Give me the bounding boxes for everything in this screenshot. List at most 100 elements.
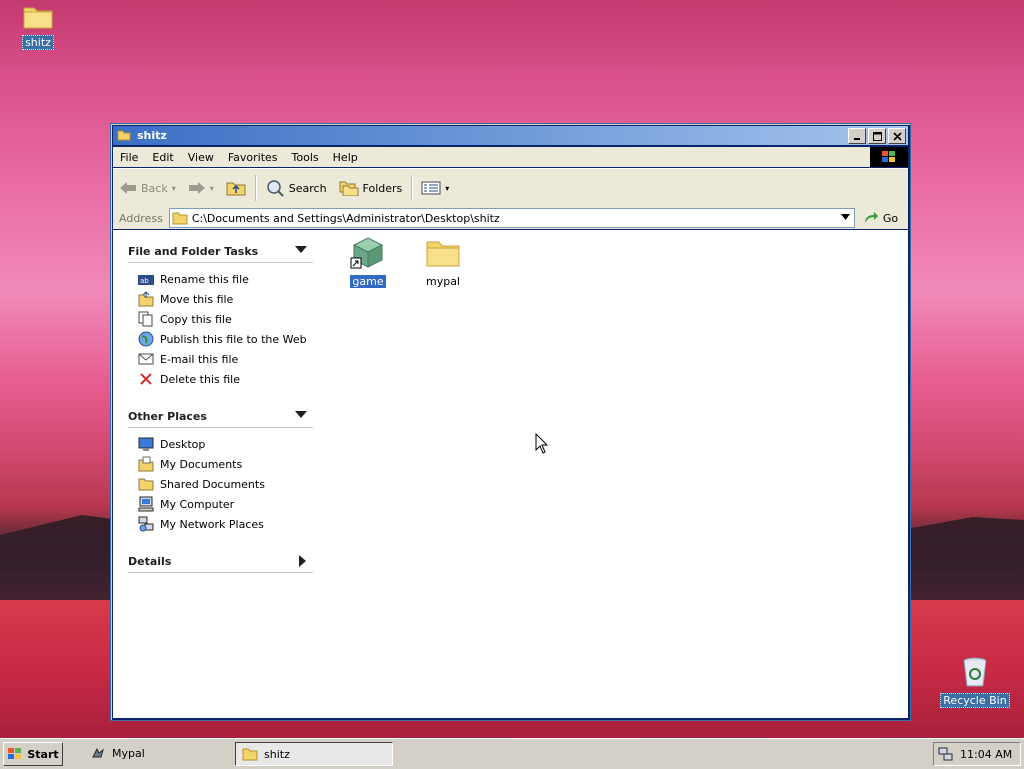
move-icon [138,291,154,307]
place-my-documents[interactable]: My Documents [138,454,313,474]
menu-edit[interactable]: Edit [145,151,180,164]
task-rename[interactable]: ab Rename this file [138,269,313,289]
back-label: Back [141,181,168,195]
taskbar-app-label: Mypal [112,746,145,760]
panel-header[interactable]: File and Folder Tasks [128,240,313,263]
my-documents-icon [138,456,154,472]
windows-flag-icon [8,748,22,759]
maximize-button[interactable] [868,128,886,144]
start-button[interactable]: Start [3,742,63,766]
expand-chevron-icon [299,555,306,567]
close-icon [892,131,902,141]
envelope-icon [138,353,154,365]
task-move[interactable]: Move this file [138,289,313,309]
address-label: Address [119,211,163,225]
minimize-button[interactable] [848,128,866,144]
place-label: My Documents [160,457,243,471]
file-label: mypal [425,275,460,288]
explorer-window: shitz File Edit View Favorites Tools Hel… [110,123,911,721]
go-arrow-icon [864,212,878,223]
up-folder-icon [226,182,246,196]
folder-icon [426,241,460,267]
copy-icon [138,311,153,327]
details-panel: Details [128,550,313,573]
back-arrow-icon [120,182,136,194]
place-label: My Computer [160,497,235,511]
place-my-computer[interactable]: My Computer [138,494,313,514]
panel-title: File and Folder Tasks [128,244,259,258]
menu-view[interactable]: View [181,151,221,164]
network-connection-icon[interactable] [938,747,954,761]
taskbar-app-mypal[interactable]: Mypal [84,742,230,764]
menu-file[interactable]: File [113,151,145,164]
mypal-app-icon [92,747,104,758]
task-copy[interactable]: Copy this file [138,309,313,329]
maximize-icon [872,131,882,141]
task-publish[interactable]: Publish this file to the Web [138,329,313,349]
windows-flag-icon [882,151,895,162]
address-dropdown-button[interactable] [838,210,853,224]
task-label: E-mail this file [160,352,239,366]
desktop-icon [138,437,154,451]
content-area: File and Folder Tasks ab Rename this fil… [113,230,908,718]
title-bar[interactable]: shitz [113,126,908,145]
menu-help[interactable]: Help [326,151,365,164]
folders-button[interactable]: Folders [333,173,409,203]
taskbar: Start Mypal shitz 11:04 AM [0,738,1024,769]
collapse-chevron-icon [295,411,307,418]
menu-favorites[interactable]: Favorites [221,151,285,164]
task-label: Publish this file to the Web [160,332,307,346]
windows-logo [870,147,908,167]
network-places-icon [138,516,154,532]
panel-header[interactable]: Details [128,550,313,573]
recycle-bin-icon [963,657,987,687]
file-item-mypal[interactable]: mypal [413,236,473,288]
task-label: Delete this file [160,372,240,386]
mouse-cursor-icon [535,433,549,454]
search-button[interactable]: Search [259,173,333,203]
task-email[interactable]: E-mail this file [138,349,313,369]
file-folder-tasks-panel: File and Folder Tasks ab Rename this fil… [128,240,313,389]
chevron-down-icon [840,214,850,220]
task-delete[interactable]: Delete this file [138,369,313,389]
place-label: Shared Documents [160,477,265,491]
place-shared-documents[interactable]: Shared Documents [138,474,313,494]
views-icon [421,181,441,195]
minimize-icon [854,138,860,140]
taskbar-app-shitz[interactable]: shitz [235,742,393,766]
back-button[interactable]: Back ▾ [113,173,182,203]
go-button[interactable]: Go [863,211,898,225]
globe-icon [138,331,154,347]
file-item-game[interactable]: game [338,236,398,288]
address-input[interactable]: C:\Documents and Settings\Administrator\… [168,208,855,228]
place-desktop[interactable]: Desktop [138,434,313,454]
forward-button[interactable]: ▾ [182,173,220,203]
task-label: Rename this file [160,272,249,286]
views-button[interactable]: ▾ [415,173,455,203]
close-button[interactable] [888,128,906,144]
taskbar-app-label: shitz [264,747,290,761]
folder-icon [172,212,188,225]
menu-tools[interactable]: Tools [285,151,326,164]
forward-arrow-icon [188,182,205,194]
shortcut-cube-icon [350,237,384,269]
task-pane: File and Folder Tasks ab Rename this fil… [128,240,313,589]
panel-header[interactable]: Other Places [128,405,313,428]
panel-title: Other Places [128,409,207,423]
task-label: Move this file [160,292,234,306]
menu-bar: File Edit View Favorites Tools Help [113,147,908,167]
task-label: Copy this file [160,312,232,326]
desktop-icon-shitz[interactable]: shitz [0,2,76,50]
toolbar-separator [254,175,256,201]
folders-label: Folders [362,181,403,195]
toolbar-separator [411,175,413,201]
window-title: shitz [137,129,167,142]
folder-icon [23,7,53,29]
desktop-icon-recycle-bin[interactable]: Recycle Bin [937,656,1013,708]
folder-icon [242,748,258,761]
folder-icon [117,130,131,141]
up-folder-button[interactable] [220,173,252,203]
clock[interactable]: 11:04 AM [960,748,1012,761]
place-my-network-places[interactable]: My Network Places [138,514,313,534]
other-places-panel: Other Places Desktop My Documents Shared [128,405,313,534]
